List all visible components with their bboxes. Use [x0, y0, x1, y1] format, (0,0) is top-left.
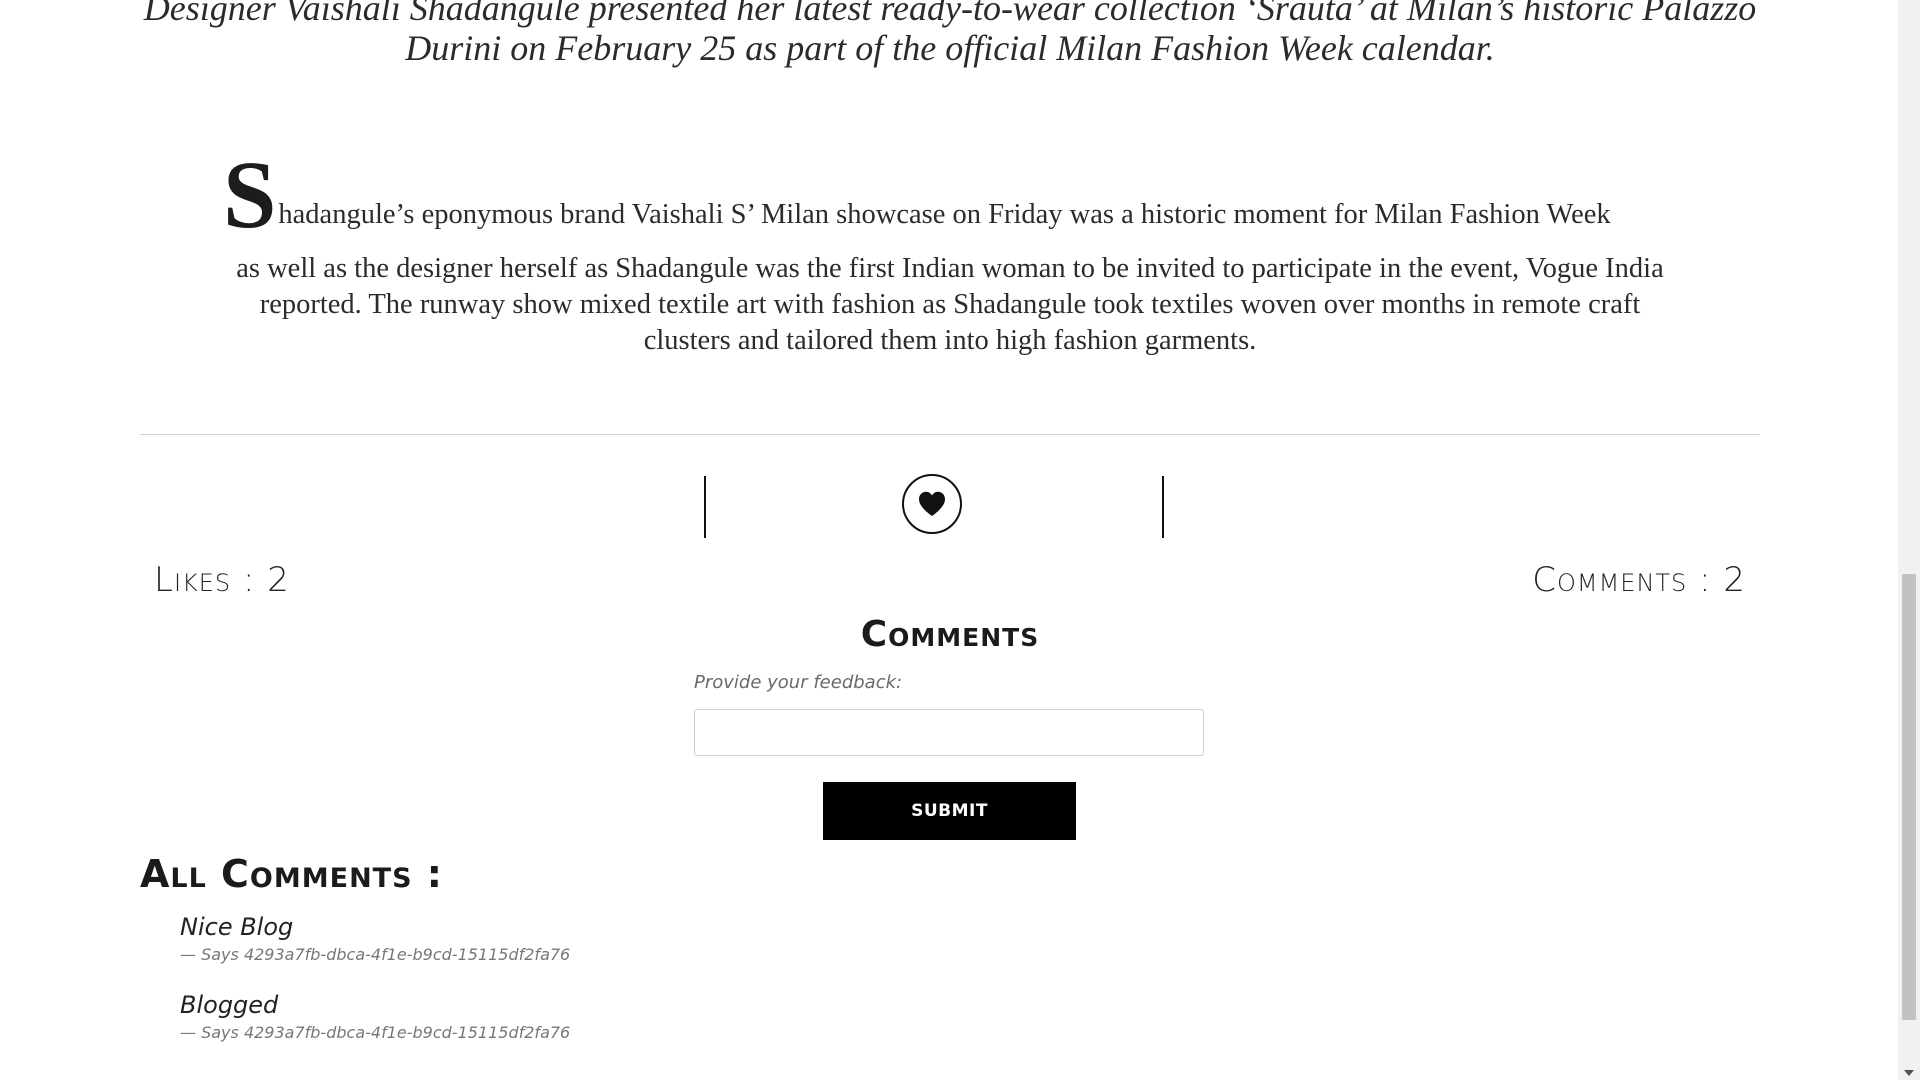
comment-text: Nice Blog: [180, 913, 294, 941]
article-body-first-line: Shadangule’s eponymous brand Vaishali S’…: [215, 147, 1685, 243]
all-comments-title: All Comments :: [140, 852, 443, 896]
feedback-input[interactable]: [694, 709, 1204, 756]
section-divider: [140, 434, 1760, 435]
vertical-scrollbar[interactable]: [1898, 0, 1920, 1080]
scroll-down-arrow-icon[interactable]: [1904, 1070, 1914, 1076]
likes-count: Likes : 2: [154, 560, 290, 600]
submit-button[interactable]: SUBMIT: [823, 782, 1076, 840]
like-button[interactable]: [902, 474, 962, 534]
drop-cap: S: [223, 141, 277, 248]
left-divider-bar: [704, 476, 706, 538]
article-body-rest: as well as the designer herself as Shada…: [236, 253, 1664, 356]
comment-list: Nice Blog — Says 4293a7fb-dbca-4f1e-b9cd…: [180, 910, 570, 1066]
article-page: Designer Vaishali Shadangule presented h…: [0, 0, 1920, 1080]
article-body: Shadangule’s eponymous brand Vaishali S’…: [215, 147, 1685, 359]
comment-text: Blogged: [180, 991, 279, 1019]
right-divider-bar: [1162, 476, 1164, 538]
scrollbar-thumb[interactable]: [1902, 574, 1916, 1020]
article-lead: Designer Vaishali Shadangule presented h…: [143, 0, 1757, 68]
comments-count: Comments : 2: [1532, 560, 1746, 600]
article-body-line1-text: hadangule’s eponymous brand Vaishali S’ …: [278, 199, 1611, 230]
comment-author: — Says 4293a7fb-dbca-4f1e-b9cd-15115df2f…: [180, 945, 571, 964]
comment-author: — Says 4293a7fb-dbca-4f1e-b9cd-15115df2f…: [180, 1023, 571, 1042]
comment-item: Blogged — Says 4293a7fb-dbca-4f1e-b9cd-1…: [180, 988, 570, 1044]
comment-item: Nice Blog — Says 4293a7fb-dbca-4f1e-b9cd…: [180, 910, 570, 966]
heart-icon: [919, 491, 945, 516]
comments-section-title: Comments: [860, 614, 1040, 655]
feedback-label: Provide your feedback:: [694, 672, 903, 693]
